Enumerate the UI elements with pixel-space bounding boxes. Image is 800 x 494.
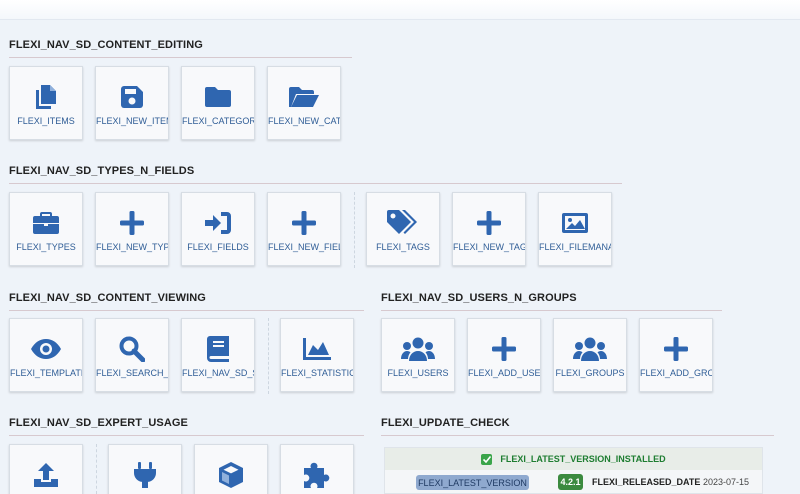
tile-categories[interactable]: FLEXI_CATEGORIES [181, 66, 255, 140]
tile-new-field[interactable]: FLEXI_NEW_FIELD [267, 192, 341, 266]
section-divider [9, 310, 364, 311]
section-divider [9, 183, 622, 184]
cube-icon [195, 462, 267, 488]
folder-open-icon [268, 84, 340, 110]
tile-new-category[interactable]: FLEXI_NEW_CATEGORY [267, 66, 341, 140]
update-status-text: FLEXI_LATEST_VERSION_INSTALLED [500, 454, 666, 464]
update-check-panel: FLEXI_LATEST_VERSION_INSTALLED FLEXI_LAT… [384, 447, 763, 494]
tile-label: FLEXI_FIELDS [187, 242, 249, 252]
released-date-value: 2023-07-15 [703, 477, 750, 487]
section-title-update-check: FLEXI_UPDATE_CHECK [381, 417, 510, 429]
tile-expert-cube[interactable] [194, 444, 268, 494]
plus-icon [640, 336, 712, 362]
section-divider [9, 435, 364, 436]
section-divider [381, 435, 774, 436]
section-divider [381, 310, 722, 311]
tile-label: FLEXI_USERS [387, 368, 449, 378]
tile-items[interactable]: FLEXI_ITEMS [9, 66, 83, 140]
update-status-row: FLEXI_LATEST_VERSION_INSTALLED [385, 448, 762, 470]
tile-expert-plugins[interactable] [108, 444, 182, 494]
tile-tags[interactable]: FLEXI_TAGS [366, 192, 440, 266]
released-date-label: FLEXI_RELEASED_DATE [592, 477, 701, 487]
area-chart-icon [281, 336, 353, 362]
tile-nav-sd-search[interactable]: FLEXI_NAV_SD_SEARCH [181, 318, 255, 392]
briefcase-icon [10, 210, 82, 236]
section-title-content-editing: FLEXI_NAV_SD_CONTENT_EDITING [9, 39, 203, 51]
section-title-users-n-groups: FLEXI_NAV_SD_USERS_N_GROUPS [381, 292, 577, 304]
search-icon [96, 336, 168, 362]
tile-new-tag[interactable]: FLEXI_NEW_TAG [452, 192, 526, 266]
section-title-types-n-fields: FLEXI_NAV_SD_TYPES_N_FIELDS [9, 165, 195, 177]
folder-icon [182, 84, 254, 110]
tile-filemanager[interactable]: FLEXI_FILEMANAGER [538, 192, 612, 266]
section-divider [9, 57, 352, 58]
group-separator [354, 192, 355, 268]
tile-search-index[interactable]: FLEXI_SEARCH_IND [95, 318, 169, 392]
sign-in-icon [182, 210, 254, 236]
tile-label: FLEXI_TAGS [376, 242, 430, 252]
plus-icon [453, 210, 525, 236]
tile-label: FLEXI_STATISTICS [281, 368, 354, 378]
plug-icon [109, 462, 181, 488]
tile-users[interactable]: FLEXI_USERS [381, 318, 455, 392]
tags-icon [367, 210, 439, 236]
tile-label: FLEXI_FILEMANAGER [539, 242, 611, 252]
tile-label: FLEXI_NEW_FIELD [268, 242, 340, 252]
latest-version-button[interactable]: FLEXI_LATEST_VERSION [416, 475, 529, 490]
tile-groups[interactable]: FLEXI_GROUPS [553, 318, 627, 392]
plus-icon [468, 336, 540, 362]
puzzle-icon [281, 462, 353, 488]
tile-fields[interactable]: FLEXI_FIELDS [181, 192, 255, 266]
users-icon [382, 336, 454, 362]
update-version-row: FLEXI_LATEST_VERSION 4.2.1 FLEXI_RELEASE… [385, 471, 762, 493]
tile-label: FLEXI_CATEGORIES [182, 116, 254, 126]
save-icon [96, 84, 168, 110]
tile-label: FLEXI_NEW_ITEM [96, 116, 169, 126]
users-icon [554, 336, 626, 362]
tile-label: FLEXI_NEW_CATEGORY [268, 116, 341, 126]
tile-label: FLEXI_NEW_TYPE [96, 242, 169, 252]
plus-icon [96, 210, 168, 236]
book-icon [182, 336, 254, 362]
section-title-expert-usage: FLEXI_NAV_SD_EXPERT_USAGE [9, 417, 188, 429]
tile-add-user[interactable]: FLEXI_ADD_USER [467, 318, 541, 392]
tile-add-group[interactable]: FLEXI_ADD_GROUP [639, 318, 713, 392]
group-separator [268, 318, 269, 394]
version-badge: 4.2.1 [558, 474, 583, 490]
upload-icon [10, 462, 82, 488]
tile-label: FLEXI_TYPES [16, 242, 76, 252]
plus-icon [268, 210, 340, 236]
tile-label: FLEXI_GROUPS [555, 368, 625, 378]
tile-types[interactable]: FLEXI_TYPES [9, 192, 83, 266]
tile-expert-upload[interactable] [9, 444, 83, 494]
image-icon [539, 210, 611, 236]
eye-icon [10, 336, 82, 362]
tile-label: FLEXI_ADD_USER [468, 368, 541, 378]
tile-expert-extensions[interactable] [280, 444, 354, 494]
tile-templates[interactable]: FLEXI_TEMPLATES [9, 318, 83, 392]
copy-icon [10, 84, 82, 110]
tile-label: FLEXI_NEW_TAG [453, 242, 526, 252]
section-title-content-viewing: FLEXI_NAV_SD_CONTENT_VIEWING [9, 292, 206, 304]
top-bar [0, 0, 800, 20]
tile-new-item[interactable]: FLEXI_NEW_ITEM [95, 66, 169, 140]
tile-label: FLEXI_TEMPLATES [10, 368, 82, 378]
tile-statistics[interactable]: FLEXI_STATISTICS [280, 318, 354, 392]
tile-label: FLEXI_SEARCH_IND [96, 368, 169, 378]
check-icon [481, 453, 493, 465]
tile-label: FLEXI_ITEMS [17, 116, 75, 126]
group-separator [96, 444, 97, 494]
tile-label: FLEXI_ADD_GROUP [640, 368, 712, 378]
tile-label: FLEXI_NAV_SD_SEARCH [182, 368, 254, 378]
tile-new-type[interactable]: FLEXI_NEW_TYPE [95, 192, 169, 266]
